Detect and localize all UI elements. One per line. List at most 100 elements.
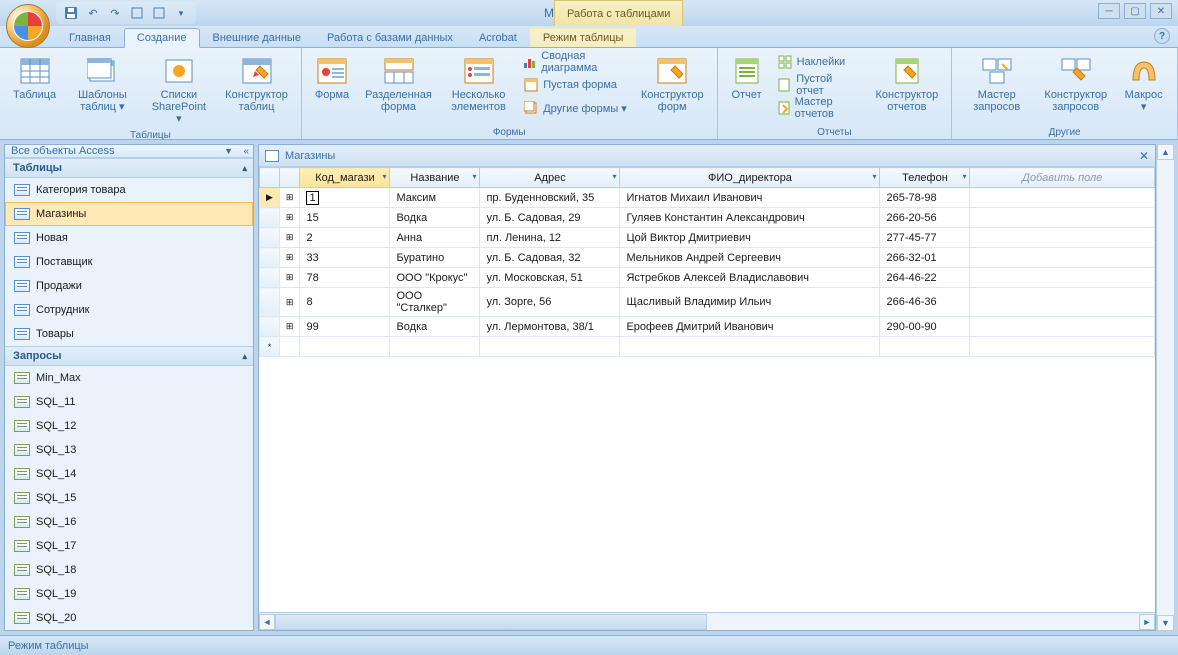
qat-extra1-icon[interactable] — [128, 4, 146, 22]
row-selector[interactable] — [260, 248, 280, 268]
maximize-button[interactable]: ▢ — [1124, 3, 1146, 19]
expand-icon[interactable]: ⊞ — [279, 248, 300, 268]
doc-close-button[interactable]: ✕ — [1139, 149, 1149, 163]
qat-extra2-icon[interactable] — [150, 4, 168, 22]
table-cell[interactable]: Ястребков Алексей Владиславович — [620, 268, 880, 288]
expand-icon[interactable]: ⊞ — [279, 288, 300, 317]
table-cell[interactable]: ООО "Крокус" — [390, 268, 480, 288]
table-cell[interactable] — [970, 228, 1155, 248]
nav-item[interactable]: SQL_14 — [5, 462, 253, 486]
table-cell[interactable]: Водка — [390, 208, 480, 228]
table-cell[interactable] — [970, 248, 1155, 268]
scroll-left-icon[interactable]: ◄ — [259, 614, 275, 630]
btn-split-form[interactable]: Разделенная форма — [358, 51, 439, 126]
tab-home[interactable]: Главная — [56, 28, 124, 47]
table-cell[interactable]: 99 — [300, 317, 390, 337]
nav-item[interactable]: Товары — [5, 322, 253, 346]
table-cell[interactable]: ул. Московская, 51 — [480, 268, 620, 288]
tab-external[interactable]: Внешние данные — [200, 28, 314, 47]
table-cell[interactable]: 1 — [300, 188, 390, 208]
btn-pivot-chart[interactable]: Сводная диаграмма — [518, 51, 632, 73]
undo-icon[interactable]: ↶ — [84, 4, 102, 22]
btn-macro[interactable]: Макрос ▾ — [1116, 51, 1171, 126]
column-dropdown-icon[interactable]: ▾ — [962, 172, 966, 181]
nav-item[interactable]: Категория товара — [5, 178, 253, 202]
btn-labels[interactable]: Наклейки — [772, 51, 867, 73]
nav-item[interactable]: SQL_15 — [5, 486, 253, 510]
qat-customize-icon[interactable]: ▼ — [172, 4, 190, 22]
help-button[interactable]: ? — [1154, 28, 1170, 44]
nav-item[interactable]: Магазины — [5, 202, 253, 226]
table-cell[interactable] — [390, 337, 480, 357]
column-header[interactable]: Код_магази▾ — [300, 168, 390, 188]
row-selector[interactable] — [260, 228, 280, 248]
table-cell[interactable]: 266-46-36 — [880, 288, 970, 317]
table-cell[interactable]: Мельников Андрей Сергеевич — [620, 248, 880, 268]
nav-item[interactable]: SQL_13 — [5, 438, 253, 462]
column-header[interactable]: Адрес▾ — [480, 168, 620, 188]
nav-item[interactable]: SQL_11 — [5, 390, 253, 414]
table-cell[interactable]: Цой Виктор Дмитриевич — [620, 228, 880, 248]
table-cell[interactable] — [970, 188, 1155, 208]
btn-blank-report[interactable]: Пустой отчет — [772, 74, 867, 96]
btn-more-forms[interactable]: Другие формы ▾ — [518, 97, 632, 119]
table-row[interactable]: ▶⊞1Максимпр. Буденновский, 35Игнатов Мих… — [260, 188, 1155, 208]
btn-sharepoint-lists[interactable]: Списки SharePoint ▾ — [142, 51, 217, 129]
scroll-right-icon[interactable]: ► — [1139, 614, 1155, 630]
row-selector[interactable]: ▶ — [260, 188, 280, 208]
nav-item[interactable]: SQL_16 — [5, 510, 253, 534]
nav-item[interactable]: Поставщик — [5, 250, 253, 274]
tab-acrobat[interactable]: Acrobat — [466, 28, 530, 47]
table-cell[interactable]: пр. Буденновский, 35 — [480, 188, 620, 208]
column-dropdown-icon[interactable]: ▾ — [612, 172, 616, 181]
minimize-button[interactable]: ─ — [1098, 3, 1120, 19]
nav-dropdown-icon[interactable]: ▼ — [224, 146, 233, 156]
btn-report-wizard[interactable]: Мастер отчетов — [772, 97, 867, 119]
table-cell[interactable]: ул. Б. Садовая, 29 — [480, 208, 620, 228]
row-selector[interactable] — [260, 317, 280, 337]
expand-icon[interactable]: ⊞ — [279, 317, 300, 337]
btn-report-design[interactable]: Конструктор отчетов — [869, 51, 946, 126]
expand-icon[interactable]: ⊞ — [279, 208, 300, 228]
table-cell[interactable]: 33 — [300, 248, 390, 268]
table-cell[interactable] — [480, 337, 620, 357]
btn-table-templates[interactable]: Шаблоны таблиц ▾ — [65, 51, 140, 129]
table-cell[interactable]: Гуляев Константин Александрович — [620, 208, 880, 228]
nav-item[interactable]: SQL_17 — [5, 534, 253, 558]
table-cell[interactable]: 78 — [300, 268, 390, 288]
tab-datasheet[interactable]: Режим таблицы — [530, 28, 637, 47]
scroll-up-icon[interactable]: ▲ — [1157, 144, 1174, 160]
table-cell[interactable] — [970, 208, 1155, 228]
table-cell[interactable]: 265-78-98 — [880, 188, 970, 208]
nav-item[interactable]: SQL_18 — [5, 558, 253, 582]
btn-form-design[interactable]: Конструктор форм — [634, 51, 711, 126]
table-cell[interactable]: 266-20-56 — [880, 208, 970, 228]
table-cell[interactable]: ул. Б. Садовая, 32 — [480, 248, 620, 268]
add-field-column[interactable]: Добавить поле — [970, 168, 1155, 188]
tab-create[interactable]: Создание — [124, 28, 200, 48]
table-row[interactable]: ⊞99Водкаул. Лермонтова, 38/1Ерофеев Дмит… — [260, 317, 1155, 337]
horizontal-scrollbar[interactable]: ◄ ► — [259, 612, 1155, 630]
table-cell[interactable]: Анна — [390, 228, 480, 248]
nav-header[interactable]: Все объекты Access ▼ « — [5, 145, 253, 158]
table-cell[interactable] — [880, 337, 970, 357]
save-icon[interactable] — [62, 4, 80, 22]
nav-section-header[interactable]: Таблицы▴ — [5, 158, 253, 178]
column-header[interactable]: Название▾ — [390, 168, 480, 188]
column-dropdown-icon[interactable]: ▾ — [472, 172, 476, 181]
nav-item[interactable]: SQL_19 — [5, 582, 253, 606]
btn-form[interactable]: Форма — [308, 51, 356, 126]
btn-blank-form[interactable]: Пустая форма — [518, 74, 632, 96]
table-cell[interactable]: Буратино — [390, 248, 480, 268]
column-dropdown-icon[interactable]: ▾ — [872, 172, 876, 181]
table-row[interactable]: ⊞33Буратиноул. Б. Садовая, 32Мельников А… — [260, 248, 1155, 268]
office-button[interactable] — [6, 4, 50, 48]
table-cell[interactable] — [300, 337, 390, 357]
table-cell[interactable]: 15 — [300, 208, 390, 228]
btn-table-design[interactable]: Конструктор таблиц — [218, 51, 295, 129]
nav-item[interactable]: SQL_20 — [5, 606, 253, 630]
table-cell[interactable] — [970, 268, 1155, 288]
table-container[interactable]: Код_магази▾Название▾Адрес▾ФИО_директора▾… — [259, 167, 1155, 612]
table-cell[interactable]: 277-45-77 — [880, 228, 970, 248]
row-selector[interactable] — [260, 208, 280, 228]
